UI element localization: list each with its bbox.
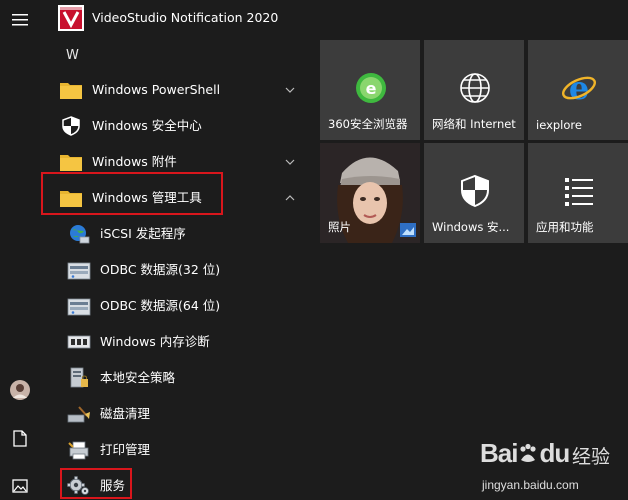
app-item-odbc64[interactable]: ODBC 数据源(64 位)	[40, 288, 310, 324]
hamburger-menu-button[interactable]	[0, 2, 40, 38]
app-item-label: Windows PowerShell	[92, 82, 221, 97]
globe-icon	[460, 73, 490, 103]
watermark-brand2: du	[539, 438, 570, 468]
highlight-services	[60, 468, 132, 499]
user-account-button[interactable]	[0, 372, 40, 408]
highlight-admin-tools	[41, 172, 223, 215]
app-item-label: 打印管理	[100, 442, 151, 457]
svg-text:e: e	[366, 79, 377, 98]
app-item-label: VideoStudio Notification 2020	[92, 10, 279, 25]
chevron-up-icon[interactable]	[284, 192, 296, 204]
ie-icon: e	[562, 70, 596, 106]
tile-label: iexplore	[536, 118, 582, 132]
tile-apps-features[interactable]: 应用和功能	[528, 143, 628, 243]
app-item-videostudio[interactable]: VideoStudio Notification 2020	[40, 0, 310, 36]
left-rail	[0, 0, 40, 500]
tile-label: 照片	[328, 220, 351, 234]
videostudio-icon	[58, 5, 84, 31]
paw-icon	[520, 443, 537, 462]
app-item-print-management[interactable]: 打印管理	[40, 432, 310, 468]
shield-icon	[62, 116, 80, 136]
security-policy-icon	[70, 367, 88, 388]
shield-icon	[461, 174, 489, 208]
document-icon	[13, 429, 27, 447]
pictures-button[interactable]	[0, 468, 40, 500]
watermark-cn: 经验	[572, 446, 611, 468]
picture-icon	[12, 479, 28, 493]
app-item-label: iSCSI 发起程序	[100, 226, 186, 241]
app-item-security-center[interactable]: Windows 安全中心	[40, 108, 310, 144]
app-item-disk-cleanup[interactable]: 磁盘清理	[40, 396, 310, 432]
app-item-powershell[interactable]: Windows PowerShell	[40, 72, 310, 108]
app-item-odbc32[interactable]: ODBC 数据源(32 位)	[40, 252, 310, 288]
odbc-icon	[67, 262, 91, 280]
iscsi-globe-icon	[70, 225, 90, 244]
tile-iexplore[interactable]: e iexplore	[528, 40, 628, 140]
tile-network-internet[interactable]: 网络和 Internet	[424, 40, 524, 140]
tile-label: 360安全浏览器	[328, 117, 408, 131]
tile-photos[interactable]: 照片	[320, 143, 420, 243]
chevron-down-icon[interactable]	[284, 84, 296, 96]
chevron-down-icon[interactable]	[284, 156, 296, 168]
folder-icon	[60, 83, 82, 99]
tile-label: Windows 安...	[432, 220, 510, 234]
memory-chip-icon	[67, 335, 91, 349]
avatar-icon	[10, 380, 30, 400]
tile-label: 应用和功能	[536, 220, 594, 234]
app-item-memory-diagnostic[interactable]: Windows 内存诊断	[40, 324, 310, 360]
disk-cleanup-icon	[67, 406, 90, 423]
tile-label: 网络和 Internet	[432, 117, 516, 131]
tile-360-browser[interactable]: e 360安全浏览器	[320, 40, 420, 140]
watermark-url: jingyan.baidu.com	[482, 478, 579, 492]
app-item-label: 磁盘清理	[100, 406, 151, 421]
app-item-label: ODBC 数据源(32 位)	[100, 262, 221, 277]
app-list: VideoStudio Notification 2020 W Windows …	[40, 0, 310, 500]
odbc-icon	[67, 298, 91, 316]
print-management-icon	[68, 441, 89, 460]
tile-windows-security[interactable]: Windows 安...	[424, 143, 524, 243]
documents-button[interactable]	[0, 420, 40, 456]
app-item-label: Windows 内存诊断	[100, 334, 210, 349]
app-item-local-security-policy[interactable]: 本地安全策略	[40, 360, 310, 396]
app-item-label: ODBC 数据源(64 位)	[100, 298, 221, 313]
section-letter[interactable]: W	[66, 48, 79, 63]
app-item-iscsi[interactable]: iSCSI 发起程序	[40, 216, 310, 252]
svg-text:e: e	[569, 70, 589, 106]
watermark-brand: Bai	[480, 438, 518, 468]
baidu-watermark: Bai du 经验 jingyan.baidu.com	[480, 438, 625, 498]
folder-icon	[60, 155, 82, 171]
app-item-label: Windows 安全中心	[92, 118, 202, 133]
360-browser-icon: e	[356, 73, 386, 103]
app-list-icon	[565, 178, 593, 206]
hamburger-icon	[12, 14, 28, 26]
app-item-label: 本地安全策略	[100, 370, 176, 385]
photos-icon	[400, 223, 416, 237]
